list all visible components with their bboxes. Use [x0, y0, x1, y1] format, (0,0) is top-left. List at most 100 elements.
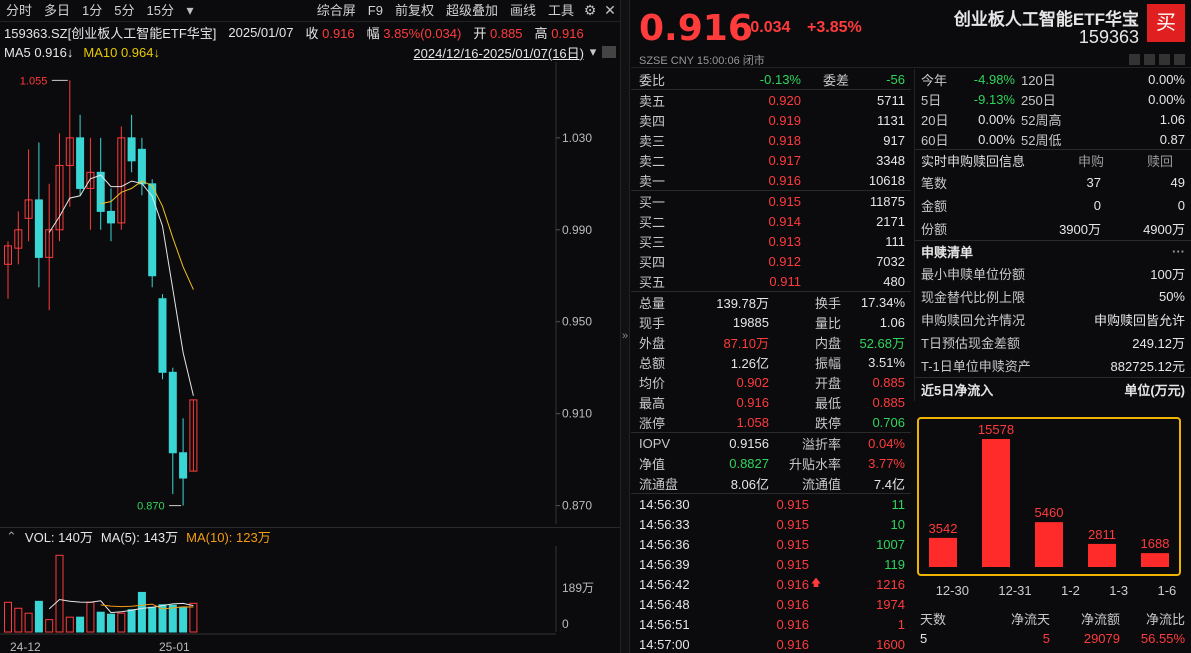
composite-screen-button[interactable]: 综合屏	[311, 0, 362, 22]
kline-panel: 分时 多日 1分 5分 15分 ▾ 综合屏 F9 前复权 超级叠加 画线 工具 …	[0, 0, 620, 653]
ma10-line	[100, 180, 194, 290]
stat-label: 总额	[639, 355, 666, 371]
redeem-value: 4900万	[1143, 222, 1185, 237]
realtime-row: 笔数 37 49	[915, 171, 1191, 194]
tab-1min[interactable]: 1分	[76, 0, 108, 22]
edit-icon[interactable]	[1129, 54, 1140, 65]
tools-button[interactable]: 工具	[542, 0, 580, 22]
stat-value: 0.706	[872, 414, 905, 430]
price-change-pct: +3.85%	[807, 19, 862, 36]
days-value: 5	[920, 630, 928, 646]
realtime-header: 实时申购赎回信息 申购 赎回	[915, 149, 1191, 171]
candle-body	[34, 199, 43, 258]
bid-volume: 480	[883, 273, 905, 289]
buy-button[interactable]: 买	[1147, 4, 1185, 42]
creation-label: T-1日单位申赎资产	[921, 359, 1031, 374]
tick-time: 14:56:48	[639, 596, 690, 612]
stat-label: 涨停	[639, 415, 666, 431]
gear-icon[interactable]: ⚙	[580, 2, 600, 19]
high-marker-label: 1.055	[20, 75, 48, 87]
ask-price: 0.916	[768, 172, 801, 188]
tick-volume: 1216	[876, 576, 905, 592]
creation-list-row: 申购赎回允许情况 申购赎回皆允许	[915, 308, 1191, 331]
ma-row: MA5 0.916↓ MA10 0.964↓ 2024/12/16-2025/0…	[0, 42, 620, 62]
more-icon[interactable]: ···	[1172, 244, 1185, 259]
settings-icon[interactable]	[1159, 54, 1170, 65]
bid-row[interactable]: 买四 0.912 7032	[631, 251, 911, 271]
stat-value: 3.77%	[868, 455, 905, 471]
expand-arrows-icon[interactable]: »	[622, 330, 628, 342]
perf-label: 5日	[921, 92, 942, 108]
stat-label: 总量	[639, 295, 666, 311]
chart-toolbar: 分时 多日 1分 5分 15分 ▾ 综合屏 F9 前复权 超级叠加 画线 工具 …	[0, 0, 620, 22]
inflow-x-label: 12-30	[935, 583, 969, 598]
ask-volume: 10618	[868, 172, 905, 188]
overlay-button[interactable]: 超级叠加	[440, 0, 504, 22]
net-inflow-table-header: 天数 净流天 净流额 净流比	[914, 608, 1191, 628]
perf-label: 60日	[921, 132, 949, 148]
f9-button[interactable]: F9	[362, 0, 389, 22]
stat-value: 8.06亿	[730, 476, 769, 492]
ask-volume: 917	[883, 132, 905, 148]
forward-adjust-button[interactable]: 前复权	[389, 0, 440, 22]
ask-row[interactable]: 卖五 0.920 5711	[631, 90, 911, 110]
bid-row[interactable]: 买三 0.913 111	[631, 231, 911, 251]
stat-label: 现手	[639, 315, 666, 331]
volume-bar	[117, 612, 126, 633]
expand-icon[interactable]: ⌃	[6, 529, 17, 545]
net-inflow-chart: 3542 15578 5460 2811 1688	[917, 417, 1181, 576]
bid-volume: 111	[885, 233, 905, 249]
volume-bar	[24, 612, 33, 633]
net-inflow-unit: 单位(万元)	[1124, 383, 1185, 398]
inflow-data-label: 3542	[929, 521, 958, 536]
ask-price: 0.920	[768, 92, 801, 108]
stat-label: 开盘	[814, 375, 841, 391]
inflow-data-label: 15578	[978, 422, 1014, 437]
creation-label: 申购赎回允许情况	[921, 313, 1026, 328]
tab-intraday[interactable]: 分时	[0, 0, 38, 22]
stat-value: 0.8827	[729, 455, 769, 471]
grid-icon[interactable]	[1174, 54, 1185, 65]
inflow-bar	[982, 439, 1010, 567]
price-change: +0.034	[741, 19, 791, 36]
bid-row[interactable]: 买五 0.911 480	[631, 271, 911, 291]
perf-label: 52周低	[1021, 132, 1062, 148]
chevron-down-icon[interactable]: ▾	[584, 44, 602, 60]
ask-row[interactable]: 卖三 0.918 917	[631, 130, 911, 150]
stat-value: 7.4亿	[873, 476, 905, 492]
bid-volume: 7032	[876, 253, 905, 269]
volume-bar	[96, 611, 105, 633]
creation-list-header: 申赎清单 ···	[915, 240, 1191, 262]
close-icon[interactable]: ✕	[600, 2, 620, 19]
bid-row[interactable]: 买二 0.914 2171	[631, 211, 911, 231]
tab-5min[interactable]: 5分	[108, 0, 140, 22]
date-range-selector[interactable]: 2024/12/16-2025/01/07(16日)	[413, 43, 584, 62]
price-tick-label: 1.030	[562, 131, 592, 145]
tab-multiday[interactable]: 多日	[38, 0, 76, 22]
inflow-amount-header: 净流额	[1080, 611, 1120, 627]
draw-line-button[interactable]: 画线	[504, 0, 542, 22]
tick-row: 14:56:42 0.916 🡅 1216	[631, 574, 911, 594]
bid-row[interactable]: 买一 0.915 11875	[631, 191, 911, 211]
perf-value: 0.00%	[978, 131, 1015, 147]
creation-value: 100万	[1150, 267, 1185, 282]
bid-level: 买五	[639, 274, 666, 290]
ask-row[interactable]: 卖四 0.919 1131	[631, 110, 911, 130]
performance-row: 60日 0.00% 52周低 0.87	[915, 129, 1191, 149]
ask-row[interactable]: 卖二 0.917 3348	[631, 150, 911, 170]
stat-label: 外盘	[639, 335, 666, 351]
tick-time: 14:56:42	[639, 576, 690, 592]
ask-row[interactable]: 卖一 0.916 10618	[631, 170, 911, 190]
tab-15min[interactable]: 15分	[141, 0, 180, 22]
inflow-x-label: 1-2	[1061, 583, 1080, 598]
panel-divider[interactable]: »	[620, 0, 630, 653]
inflow-data-label: 5460	[1035, 505, 1064, 520]
link-icon[interactable]	[1144, 54, 1155, 65]
date-label: 2025/01/07	[228, 24, 294, 40]
wp-icon[interactable]	[602, 46, 616, 58]
bid-price: 0.912	[768, 253, 801, 269]
last-price: 0.916	[639, 8, 753, 49]
chevron-down-icon[interactable]: ▾	[180, 2, 200, 19]
inflow-bar	[1088, 543, 1116, 567]
stat-label: 内盘	[814, 335, 841, 351]
